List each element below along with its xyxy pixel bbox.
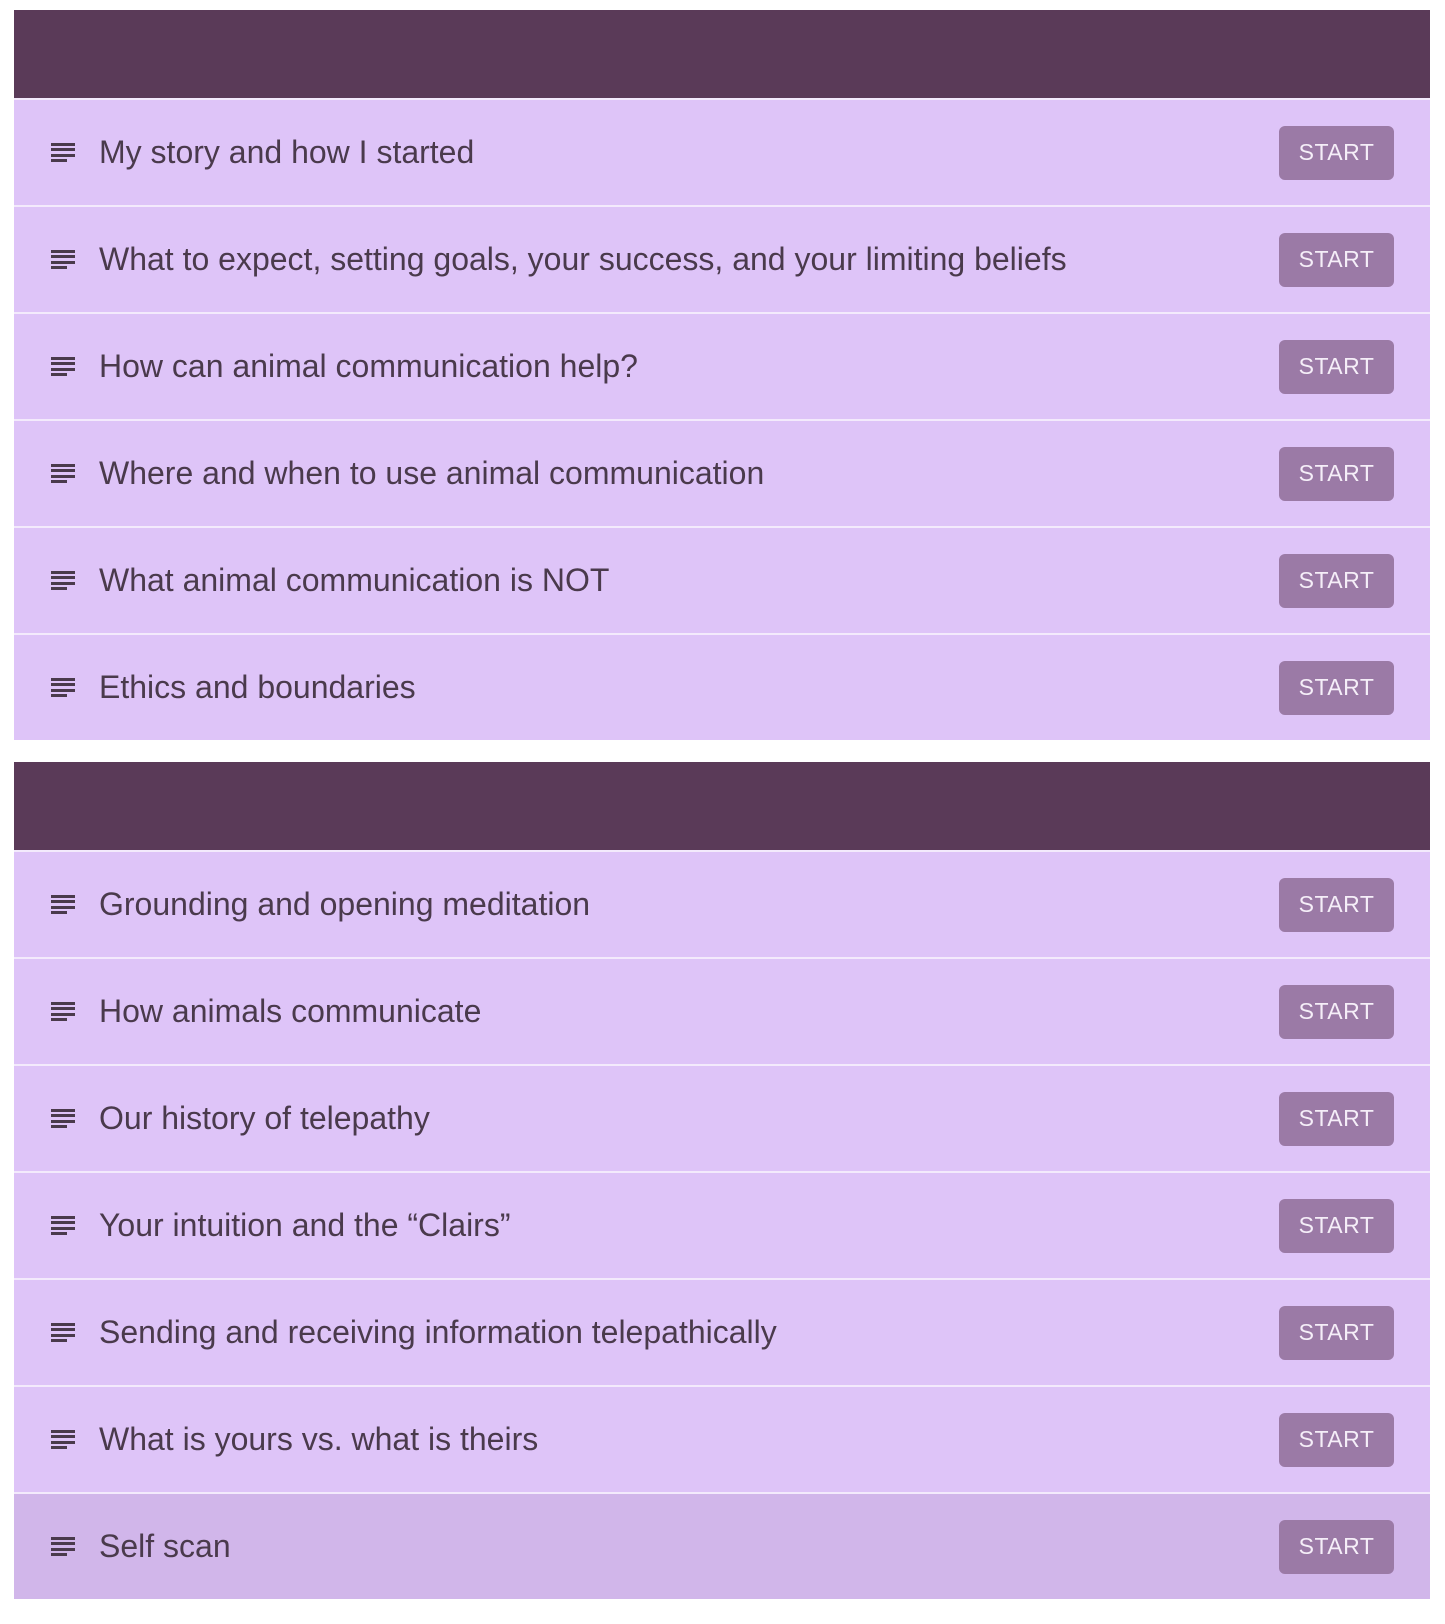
- lesson-row[interactable]: Our history of telepathy START: [14, 1064, 1430, 1171]
- text-lines-icon: [51, 356, 75, 377]
- lesson-row[interactable]: How animals communicate START: [14, 957, 1430, 1064]
- start-button[interactable]: START: [1279, 1198, 1394, 1253]
- lesson-title[interactable]: Self scan: [99, 1528, 1430, 1565]
- start-button[interactable]: START: [1279, 339, 1394, 394]
- lesson-title[interactable]: What animal communication is NOT: [99, 562, 1430, 599]
- text-lines-icon: [51, 1322, 75, 1343]
- lesson-title[interactable]: How can animal communication help?: [99, 348, 1430, 385]
- lesson-row[interactable]: How can animal communication help? START: [14, 312, 1430, 419]
- lesson-title[interactable]: Sending and receiving information telepa…: [99, 1314, 1430, 1351]
- start-button[interactable]: START: [1279, 553, 1394, 608]
- lesson-row[interactable]: Ethics and boundaries START: [14, 633, 1430, 740]
- start-button[interactable]: START: [1279, 877, 1394, 932]
- lesson-row[interactable]: What is yours vs. what is theirs START: [14, 1385, 1430, 1492]
- lesson-title[interactable]: What is yours vs. what is theirs: [99, 1421, 1430, 1458]
- start-button[interactable]: START: [1279, 1519, 1394, 1574]
- start-button[interactable]: START: [1279, 984, 1394, 1039]
- lesson-title[interactable]: Where and when to use animal communicati…: [99, 455, 1430, 492]
- lesson-row[interactable]: What to expect, setting goals, your succ…: [14, 205, 1430, 312]
- lesson-title[interactable]: Grounding and opening meditation: [99, 886, 1430, 923]
- text-lines-icon: [51, 1536, 75, 1557]
- text-lines-icon: [51, 677, 75, 698]
- course-curriculum: My story and how I started START What to…: [14, 10, 1430, 1599]
- lesson-title[interactable]: How animals communicate: [99, 993, 1430, 1030]
- start-button[interactable]: START: [1279, 660, 1394, 715]
- start-button[interactable]: START: [1279, 1305, 1394, 1360]
- section-1: My story and how I started START What to…: [14, 10, 1430, 740]
- text-lines-icon: [51, 1429, 75, 1450]
- lesson-title[interactable]: Our history of telepathy: [99, 1100, 1430, 1137]
- text-lines-icon: [51, 249, 75, 270]
- section-2: Grounding and opening meditation START H…: [14, 762, 1430, 1599]
- text-lines-icon: [51, 1215, 75, 1236]
- lesson-title[interactable]: Your intuition and the “Clairs”: [99, 1207, 1430, 1244]
- lesson-row[interactable]: My story and how I started START: [14, 98, 1430, 205]
- lesson-row-highlighted[interactable]: Self scan START: [14, 1492, 1430, 1599]
- lesson-row[interactable]: Grounding and opening meditation START: [14, 850, 1430, 957]
- lesson-row[interactable]: What animal communication is NOT START: [14, 526, 1430, 633]
- lesson-row[interactable]: Where and when to use animal communicati…: [14, 419, 1430, 526]
- lesson-title[interactable]: My story and how I started: [99, 134, 1430, 171]
- start-button[interactable]: START: [1279, 446, 1394, 501]
- text-lines-icon: [51, 1001, 75, 1022]
- lesson-title[interactable]: What to expect, setting goals, your succ…: [99, 241, 1430, 278]
- start-button[interactable]: START: [1279, 125, 1394, 180]
- text-lines-icon: [51, 463, 75, 484]
- text-lines-icon: [51, 894, 75, 915]
- section-header: [14, 10, 1430, 98]
- text-lines-icon: [51, 1108, 75, 1129]
- start-button[interactable]: START: [1279, 1091, 1394, 1146]
- start-button[interactable]: START: [1279, 232, 1394, 287]
- lesson-row[interactable]: Sending and receiving information telepa…: [14, 1278, 1430, 1385]
- lesson-title[interactable]: Ethics and boundaries: [99, 669, 1430, 706]
- lesson-row[interactable]: Your intuition and the “Clairs” START: [14, 1171, 1430, 1278]
- section-header: [14, 762, 1430, 850]
- text-lines-icon: [51, 570, 75, 591]
- start-button[interactable]: START: [1279, 1412, 1394, 1467]
- text-lines-icon: [51, 142, 75, 163]
